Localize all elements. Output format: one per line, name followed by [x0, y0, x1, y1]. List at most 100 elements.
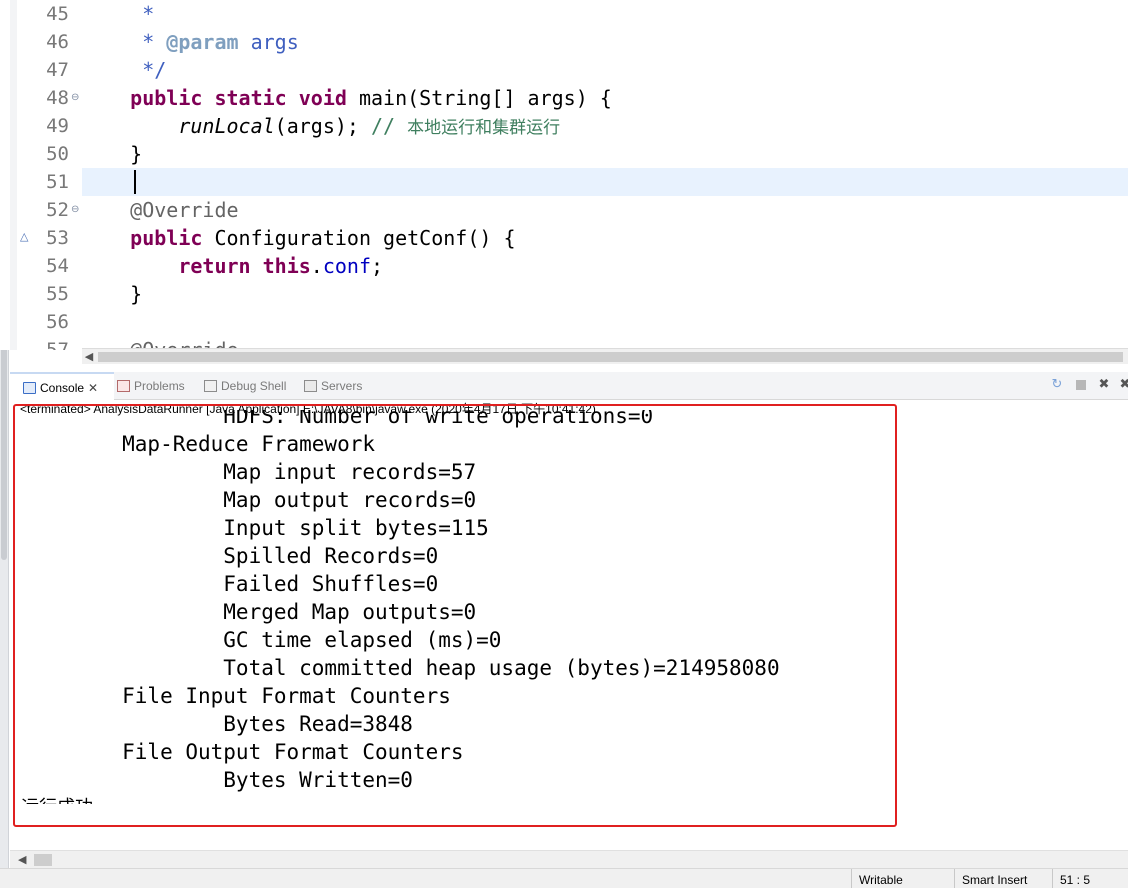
code-token: //	[370, 114, 408, 138]
scroll-left-arrow-icon[interactable]: ◀	[82, 349, 96, 365]
line-number-gutter: 45 46 47 48 ⊖ 49 50 51 52 ⊖ 53 △ 54 55 56 57	[17, 0, 81, 350]
code-token: public	[130, 86, 203, 110]
pin-console-icon[interactable]: ↻	[1050, 378, 1064, 392]
remove-launch-icon[interactable]: ✖	[1097, 378, 1111, 392]
console-line: Input split bytes=115	[21, 516, 489, 540]
code-line: * @param args	[82, 28, 1128, 56]
status-bar: Writable Smart Insert 51 : 5	[0, 868, 1128, 888]
console-line: Spilled Records=0	[21, 544, 439, 568]
code-token: *	[82, 2, 155, 26]
tab-debug-shell[interactable]: Debug Shell	[204, 372, 286, 400]
line-number: 55	[46, 283, 69, 305]
console-line: File Output Format Counters	[21, 740, 464, 764]
console-line: Total committed heap usage (bytes)=21495…	[21, 656, 780, 680]
tab-label: Problems	[134, 379, 185, 393]
code-token: main(String[] args) {	[346, 86, 612, 110]
terminate-icon[interactable]	[1074, 378, 1088, 392]
line-number: 48	[46, 87, 69, 109]
fold-minus-icon[interactable]: ⊖	[71, 84, 81, 112]
code-token: Configuration getConf() {	[202, 226, 516, 250]
code-token: args	[238, 30, 299, 54]
console-view: Console ✕ Problems Debug Shell Servers ↻ …	[10, 364, 1128, 888]
close-icon[interactable]: ✕	[88, 381, 98, 395]
tab-servers[interactable]: Servers	[304, 372, 362, 400]
code-token: 本地运行和集群运行	[407, 118, 561, 138]
text-caret	[134, 170, 136, 194]
code-line: */	[82, 56, 1128, 84]
view-tab-bar: Console ✕ Problems Debug Shell Servers ↻ …	[10, 372, 1128, 400]
java-editor[interactable]: 45 46 47 48 ⊖ 49 50 51 52 ⊖ 53 △ 54 55 56 57 * * @param…	[0, 0, 1128, 350]
remove-all-terminated-icon[interactable]: ✖	[1118, 378, 1128, 392]
code-token: @Override	[130, 198, 239, 222]
line-number: 49	[46, 115, 69, 137]
problems-icon	[117, 380, 130, 392]
console-horizontal-scrollbar[interactable]: ◀	[10, 850, 1128, 868]
line-number: 47	[46, 59, 69, 81]
console-line: Map-Reduce Framework	[21, 432, 376, 456]
code-line: *	[82, 0, 1128, 28]
code-line: }	[82, 280, 1128, 308]
console-line: Map input records=57	[21, 460, 477, 484]
console-line: GC time elapsed (ms)=0	[21, 628, 502, 652]
line-number: 46	[46, 31, 69, 53]
line-number: 50	[46, 143, 69, 165]
console-line: File Input Format Counters	[21, 684, 451, 708]
line-number: 56	[46, 311, 69, 333]
line-number: 51	[46, 171, 69, 193]
line-number: 57	[46, 339, 69, 350]
override-triangle-icon: △	[20, 230, 29, 243]
scrollbar-thumb[interactable]	[34, 854, 52, 866]
fold-minus-icon[interactable]: ⊖	[71, 196, 81, 224]
code-token: static	[214, 86, 287, 110]
code-token: (args);	[274, 114, 371, 138]
tab-console[interactable]: Console ✕	[10, 372, 114, 400]
overview-ruler	[10, 0, 17, 350]
console-output[interactable]: HDFS: Number of write operations=0 Map-R…	[10, 410, 1128, 804]
code-line: public static void main(String[] args) {	[82, 84, 1128, 112]
tab-label: Console	[40, 381, 85, 395]
console-success-message: 运行成功	[21, 794, 93, 804]
tab-label: Debug Shell	[221, 379, 287, 393]
code-token: conf	[322, 254, 372, 278]
code-line: }	[82, 140, 1128, 168]
status-insert-mode[interactable]: Smart Insert	[954, 869, 1052, 888]
code-token: ;	[371, 254, 384, 278]
code-token: return	[178, 254, 251, 278]
console-process-header: <terminated> AnalysisDataRunner [Java Ap…	[20, 402, 596, 416]
line-number: 52	[46, 199, 69, 221]
code-line: return this.conf;	[82, 252, 1128, 280]
code-token: }	[82, 282, 143, 306]
servers-icon	[304, 380, 317, 392]
scroll-left-arrow-icon[interactable]: ◀	[18, 852, 32, 868]
code-token: @param	[166, 30, 239, 54]
editor-horizontal-scrollbar[interactable]: ◀	[82, 348, 1128, 364]
tab-label: Servers	[321, 379, 363, 393]
line-number: 45	[46, 3, 69, 25]
console-line: Merged Map outputs=0	[21, 600, 477, 624]
console-line: Map output records=0	[21, 488, 477, 512]
console-icon	[23, 382, 36, 394]
code-token: .	[310, 254, 323, 278]
console-line: Bytes Written=0	[21, 768, 413, 792]
code-token: }	[82, 142, 143, 166]
code-token: public	[130, 226, 203, 250]
scrollbar-thumb[interactable]	[98, 352, 1123, 362]
tab-problems[interactable]: Problems	[117, 372, 185, 400]
line-number: 54	[46, 255, 69, 277]
code-line: public Configuration getConf() {	[82, 224, 1128, 252]
code-token: */	[82, 58, 167, 82]
code-token: void	[298, 86, 347, 110]
status-cursor-position[interactable]: 51 : 5	[1052, 869, 1128, 888]
debug-shell-icon	[204, 380, 217, 392]
status-writable: Writable	[851, 869, 954, 888]
code-area[interactable]: * * @param args */ public static void ma…	[82, 0, 1128, 350]
